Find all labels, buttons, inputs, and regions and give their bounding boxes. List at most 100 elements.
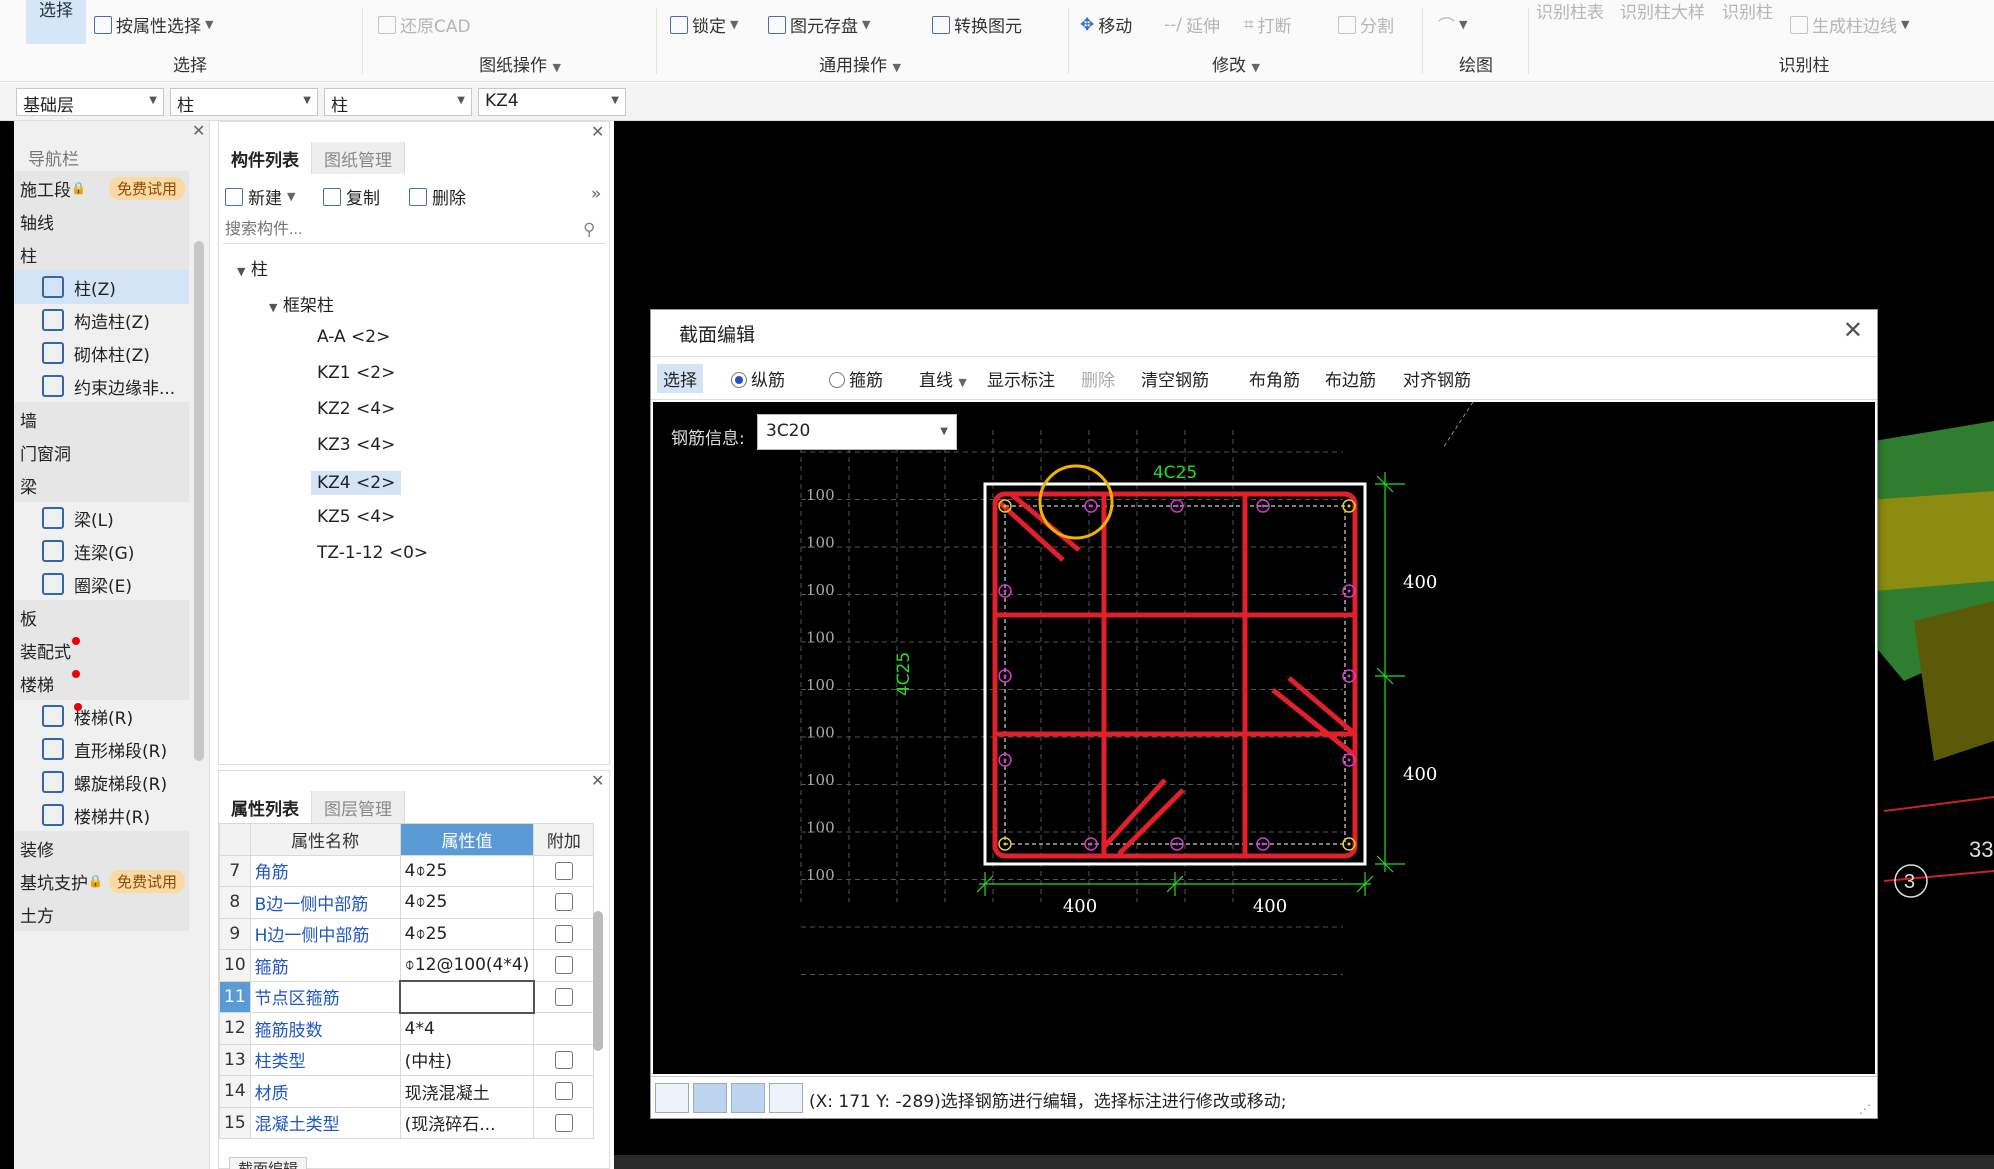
property-row[interactable]: 8 B边一侧中部筋 4⌽25 <box>219 886 595 919</box>
component-search-input[interactable] <box>223 216 605 244</box>
tab-drawing-management[interactable]: 图纸管理 <box>312 142 405 174</box>
add-point-icon[interactable] <box>769 1083 803 1113</box>
nav-item[interactable]: 楼梯井(R) <box>14 798 189 832</box>
tab-section-edit[interactable]: 截面编辑 <box>229 1157 308 1169</box>
checkbox[interactable] <box>554 1113 573 1132</box>
property-value[interactable]: (现浇碎石... <box>399 1106 535 1139</box>
place-corner-rebar-button[interactable]: 布角筋 <box>1249 366 1300 391</box>
property-row[interactable]: 13 柱类型 (中柱) <box>219 1043 595 1076</box>
more-icon[interactable]: » <box>591 184 601 204</box>
new-component-button[interactable]: 新建 ▼ <box>225 184 295 209</box>
nav-item[interactable]: 柱(Z) <box>14 270 189 304</box>
nav-scrollbar[interactable] <box>194 241 204 761</box>
close-icon[interactable]: ✕ <box>192 121 205 140</box>
checkbox[interactable] <box>554 1082 573 1101</box>
nav-category[interactable]: 门窗洞 <box>14 435 189 469</box>
property-value[interactable]: 4⌽25 <box>399 854 535 887</box>
checkbox[interactable] <box>554 1050 573 1069</box>
close-icon[interactable]: ✕ <box>1843 316 1863 344</box>
nav-item[interactable]: 梁(L) <box>14 501 189 535</box>
tree-group[interactable]: ▼ 框架柱 <box>269 291 334 316</box>
select-button[interactable]: 选择 <box>26 0 86 44</box>
nav-category[interactable]: 梁 <box>14 468 189 502</box>
nav-category[interactable]: 基坑支护 🔒 免费试用 <box>14 864 189 898</box>
side-rebar-label[interactable]: 4C25 <box>894 652 914 696</box>
property-row[interactable]: 12 箍筋肢数 4*4 <box>219 1012 595 1045</box>
tab-layer-management[interactable]: 图层管理 <box>312 791 405 823</box>
split-button[interactable]: 分割 <box>1338 12 1394 37</box>
component-select[interactable]: KZ4 ▼ <box>478 88 626 116</box>
nav-item[interactable]: 约束边缘非... <box>14 369 189 403</box>
property-value[interactable] <box>399 980 535 1014</box>
nav-category[interactable]: 土方 <box>14 897 189 931</box>
nav-item[interactable]: 砌体柱(Z) <box>14 336 189 370</box>
section-canvas[interactable]: 100 100 100 100 100 100 100 100 100 4C25… <box>653 401 1875 1074</box>
checkbox[interactable] <box>554 861 573 880</box>
move-button[interactable]: ✥ 移动 <box>1080 12 1132 38</box>
nav-category[interactable]: 装修 <box>14 831 189 865</box>
nav-item[interactable]: 螺旋梯段(R) <box>14 765 189 799</box>
show-dimension-button[interactable]: 显示标注 <box>987 366 1055 391</box>
property-value[interactable]: 4*4 <box>399 1012 535 1045</box>
lock-button[interactable]: 锁定 ▼ <box>670 12 738 37</box>
copy-component-button[interactable]: 复制 <box>323 184 380 209</box>
property-row[interactable]: 14 材质 现浇混凝土 <box>219 1075 595 1108</box>
property-value[interactable]: 4⌽25 <box>399 917 535 950</box>
resize-grip-icon[interactable]: ⋰ <box>1859 1102 1871 1116</box>
component-item[interactable]: KZ1 <2> <box>317 363 395 383</box>
nav-category[interactable]: 楼梯 <box>14 666 189 700</box>
clear-rebar-button[interactable]: 清空钢筋 <box>1141 366 1209 391</box>
tab-property-list[interactable]: 属性列表 <box>219 791 312 823</box>
property-value[interactable]: (中柱) <box>399 1043 535 1076</box>
property-row[interactable]: 10 箍筋 ⌽12@100(4*4) <box>219 949 595 982</box>
recognize-column-table-button[interactable]: 识别柱表 <box>1536 0 1604 23</box>
dim-bottom-left[interactable]: 400 <box>1063 896 1097 917</box>
nav-category[interactable]: 施工段 🔒 免费试用 <box>14 171 189 205</box>
checkbox[interactable] <box>554 893 573 912</box>
nav-item[interactable]: 构造柱(Z) <box>14 303 189 337</box>
checkbox[interactable] <box>555 987 574 1006</box>
checkbox[interactable] <box>554 924 573 943</box>
property-value[interactable]: 现浇混凝土 <box>399 1075 535 1108</box>
checkbox[interactable] <box>554 956 573 975</box>
property-value[interactable]: 4⌽25 <box>399 886 535 919</box>
nav-item[interactable]: 楼梯(R) <box>14 699 189 733</box>
close-icon[interactable]: ✕ <box>591 122 604 141</box>
rebar-info-input[interactable]: 3C20 ▼ <box>757 414 957 450</box>
component-item[interactable]: KZ4 <2> <box>311 471 402 495</box>
nav-item[interactable]: 连梁(G) <box>14 534 189 568</box>
property-row[interactable]: 11 节点区箍筋 <box>219 980 595 1014</box>
component-item[interactable]: TZ-1-12 <0> <box>317 543 428 563</box>
nav-category[interactable]: 轴线 <box>14 204 189 238</box>
place-edge-rebar-button[interactable]: 布边筋 <box>1325 366 1376 391</box>
layer-select[interactable]: 基础层 ▼ <box>16 88 164 116</box>
property-value[interactable]: ⌽12@100(4*4) <box>399 949 535 982</box>
nav-category[interactable]: 装配式 <box>14 633 189 667</box>
longitudinal-radio[interactable]: 纵筋 <box>731 366 785 391</box>
dim-bottom-right[interactable]: 400 <box>1253 896 1287 917</box>
tree-root[interactable]: ▼ 柱 <box>237 255 268 280</box>
component-item[interactable]: A-A <2> <box>317 327 390 347</box>
align-rebar-button[interactable]: 对齐钢筋 <box>1403 366 1471 391</box>
free-trial-badge[interactable]: 免费试用 <box>108 177 185 200</box>
nav-item[interactable]: 圈梁(E) <box>14 567 189 601</box>
nav-category[interactable]: 墙 <box>14 402 189 436</box>
property-row[interactable]: 9 H边一侧中部筋 4⌽25 <box>219 917 595 950</box>
recognize-column-detail-button[interactable]: 识别柱大样 <box>1620 0 1705 23</box>
close-icon[interactable]: ✕ <box>591 771 604 790</box>
component-item[interactable]: KZ2 <4> <box>317 399 395 419</box>
property-row[interactable]: 7 角筋 4⌽25 <box>219 854 595 887</box>
dim-right-bottom[interactable]: 400 <box>1403 764 1437 785</box>
line-snap-icon[interactable] <box>693 1083 727 1113</box>
property-scrollbar[interactable] <box>593 911 603 1051</box>
component-item[interactable]: KZ5 <4> <box>317 507 395 527</box>
tab-component-list[interactable]: 构件列表 <box>219 142 312 174</box>
select-tool-button[interactable]: 选择 <box>657 364 703 393</box>
delete-component-button[interactable]: 删除 <box>409 184 466 209</box>
category-select[interactable]: 柱 ▼ <box>170 88 318 116</box>
free-trial-badge[interactable]: 免费试用 <box>108 870 185 893</box>
top-rebar-label[interactable]: 4C25 <box>1153 463 1197 483</box>
perpendicular-snap-icon[interactable] <box>731 1083 765 1113</box>
stirrup-radio[interactable]: 箍筋 <box>829 366 883 391</box>
dim-right-top[interactable]: 400 <box>1403 572 1437 593</box>
